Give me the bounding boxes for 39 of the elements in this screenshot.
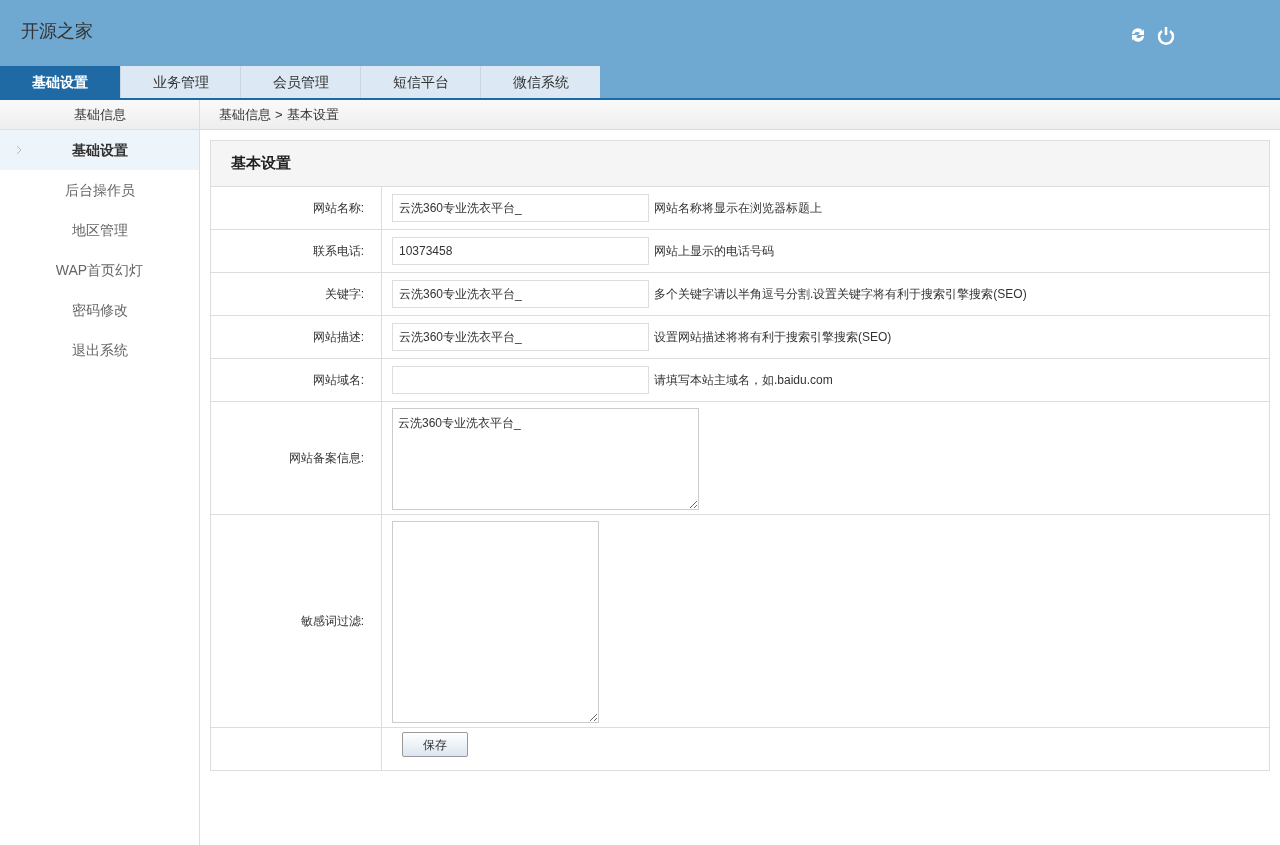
field-label: 联系电话: [312,243,364,260]
field-hint: 网站上显示的电话号码 [654,243,774,260]
nav-tab[interactable]: 基础设置 [0,66,120,98]
field-hint: 设置网站描述将将有利于搜索引擎搜索(SEO) [654,329,892,346]
field-label: 关键字: [324,286,364,303]
text-field[interactable]: 云洗360专业洗衣平台_ [392,280,649,308]
text-area[interactable]: 云洗360专业洗衣平台_ [392,408,699,510]
sidebar-item[interactable]: 后台操作员 [0,170,199,210]
field-label: 网站名称: [312,200,364,217]
breadcrumb-separator: > [275,105,283,124]
form-title: 基本设置 [231,153,291,174]
field-label: 敏感词过滤: [300,613,364,630]
sidebar-item[interactable]: 地区管理 [0,210,199,250]
nav-tab[interactable]: 业务管理 [120,66,240,98]
text-field[interactable] [392,366,649,394]
power-icon[interactable] [1157,26,1175,46]
nav-tab[interactable]: 短信平台 [360,66,480,98]
nav-tab[interactable]: 会员管理 [240,66,360,98]
text-field[interactable]: 云洗360专业洗衣平台_ [392,323,649,351]
field-hint: 网站名称将显示在浏览器标题上 [654,200,822,217]
sidebar-item[interactable]: 密码修改 [0,290,199,330]
breadcrumb-link[interactable]: 基础信息 [219,104,271,125]
breadcrumb-current: 基本设置 [286,105,339,124]
save-button[interactable]: 保存 [402,732,468,757]
sidebar-heading: 基础信息 [0,100,199,130]
chevron-icon [16,145,22,155]
field-label: 网站备案信息: [288,450,364,467]
nav-tab[interactable]: 微信系统 [480,66,600,98]
sidebar-item[interactable]: 基础设置 [0,130,199,170]
sidebar-item[interactable]: WAP首页幻灯 [0,250,199,290]
refresh-icon[interactable] [1129,26,1147,44]
field-hint: 多个关键字请以半角逗号分割.设置关键字将有利于搜索引擎搜索(SEO) [654,286,1027,303]
field-label: 网站描述: [312,329,364,346]
site-title: 开源之家 [21,20,93,43]
text-field[interactable]: 云洗360专业洗衣平台_ [392,194,649,222]
sidebar-item[interactable]: 退出系统 [0,330,199,370]
field-hint: 请填写本站主域名，如.baidu.com [654,372,833,389]
field-label: 网站域名: [312,372,364,389]
text-field[interactable]: 10373458 [392,237,649,265]
